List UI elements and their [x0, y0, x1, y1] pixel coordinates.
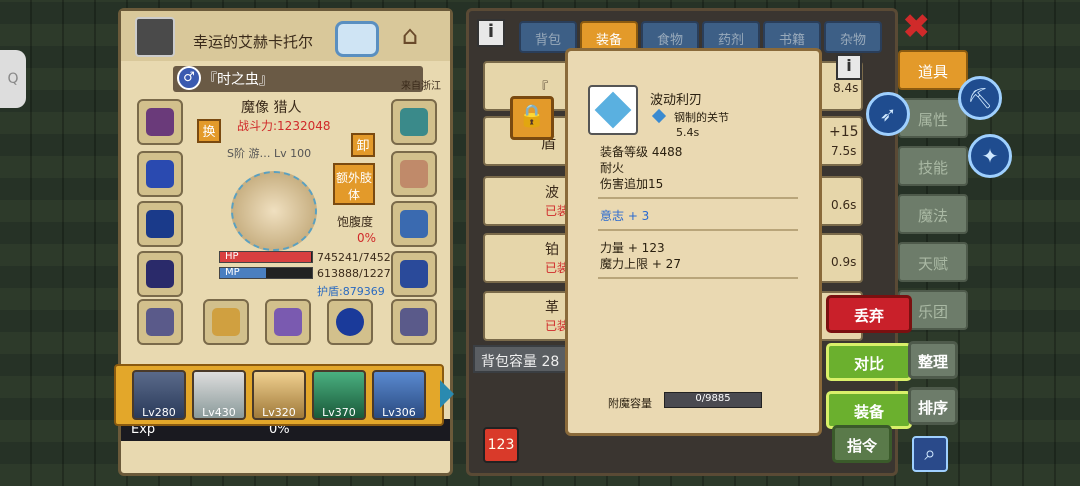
wardrobe-hanger-icon[interactable]: ⌂ [387, 21, 433, 57]
item-detail-popup: 波动利刃 钢制的关节 5.4s 装备等级 4488 耐火 伤害追加15 意志 +… [565, 48, 822, 436]
rocket-icon[interactable]: ➶ [866, 92, 910, 136]
tab-skills[interactable]: 技能 [898, 146, 968, 186]
equip-button[interactable]: 装备 [826, 391, 912, 429]
item-stat-will: 意志 + 3 [600, 209, 650, 223]
hp-value: 745241/7452 [317, 251, 391, 264]
orb-slot[interactable] [327, 299, 373, 345]
item-attr-fire: 耐火 [600, 161, 625, 175]
item-name: 波动利刃 [650, 93, 703, 108]
enchant-label: 附魔容量 [608, 397, 652, 410]
shield-value: 护盾:879369 [317, 285, 385, 298]
character-sprite [231, 171, 317, 251]
hp-label: HP [225, 251, 239, 262]
pickaxe-icon[interactable]: ⛏ [958, 76, 1002, 120]
compare-button[interactable]: 对比 [826, 343, 912, 381]
title-bar: 『时之虫』 [173, 66, 423, 92]
sort-button[interactable]: 排序 [908, 387, 958, 425]
belt-slot[interactable] [137, 299, 183, 345]
gender-male-icon: ♂ [177, 66, 201, 90]
tab-items[interactable]: 道具 [898, 50, 968, 90]
enchant-capacity: 0/9885 [664, 392, 762, 408]
character-class: 魔像 猎人 [241, 100, 302, 116]
item-blade-icon [588, 85, 638, 135]
gun-icon[interactable]: ✦ [968, 134, 1012, 178]
swap-button[interactable]: 换 [197, 119, 221, 143]
tab-talent[interactable]: 天赋 [898, 242, 968, 282]
gloves-slot[interactable] [391, 151, 437, 197]
item-material: 钢制的关节 [674, 111, 729, 124]
info-icon[interactable]: i [477, 19, 505, 47]
hero-card[interactable]: Lv370 [312, 370, 366, 420]
hero-card[interactable]: Lv430 [192, 370, 246, 420]
amulet-slot[interactable] [137, 151, 183, 197]
satiety-value: 0% [357, 231, 377, 245]
hero-card[interactable]: Lv320 [252, 370, 306, 420]
item-attr-damage: 伤害追加15 [600, 177, 664, 191]
staff-slot[interactable] [265, 299, 311, 345]
info-icon[interactable]: i [836, 54, 862, 80]
bag-capacity: 背包容量 28 [473, 345, 573, 373]
next-arrow-icon[interactable] [440, 380, 454, 408]
material-gem-icon [651, 108, 667, 124]
side-search-handle[interactable]: Q [0, 50, 26, 108]
discard-button[interactable]: 丢弃 [826, 295, 912, 333]
combat-power: 战斗力:1232048 [237, 119, 331, 133]
tab-magic[interactable]: 魔法 [898, 194, 968, 234]
item-level: 装备等级 4488 [600, 145, 683, 159]
head-slot[interactable] [137, 99, 183, 145]
item-stat-strength: 力量 + 123 [600, 241, 665, 255]
weapon-slot[interactable] [203, 299, 249, 345]
mp-label: MP [225, 267, 240, 278]
weapon-offhand-slot[interactable] [137, 201, 183, 247]
hero-card[interactable]: Lv306 [372, 370, 426, 420]
accessory-slot[interactable] [391, 299, 437, 345]
divider [598, 277, 798, 279]
extra-limb-button[interactable]: 额外肢体 [333, 163, 375, 205]
sort-number-icon[interactable]: 123 [483, 427, 519, 463]
arrange-button[interactable]: 整理 [908, 341, 958, 379]
lock-icon[interactable]: 🔒 [510, 96, 554, 140]
rank-text: S阶 游… Lv 100 [227, 147, 312, 160]
chest-slot[interactable] [137, 251, 183, 297]
satiety-label: 饱腹度 [337, 215, 374, 229]
item-speed: 5.4s [676, 126, 700, 139]
origin-label: 来自浙江 [401, 81, 441, 92]
shield-slot[interactable] [391, 99, 437, 145]
mp-value: 613888/1227 [317, 267, 391, 280]
divider [598, 197, 798, 199]
guild-emblem-icon [135, 17, 175, 57]
hero-card[interactable]: Lv280 [132, 370, 186, 420]
command-button[interactable]: 指令 [832, 425, 892, 463]
search-icon[interactable]: ⌕ [912, 436, 948, 472]
close-icon[interactable]: ✖ [902, 10, 934, 44]
boots-slot[interactable] [391, 251, 437, 297]
tab-misc[interactable]: 杂物 [824, 21, 882, 53]
divider [598, 229, 798, 231]
pet-bowl-icon[interactable] [335, 21, 379, 57]
item-stat-mana: 魔力上限 + 27 [600, 257, 681, 271]
ring-slot[interactable] [391, 201, 437, 247]
unequip-button[interactable]: 卸 [351, 133, 375, 157]
player-name: 幸运的艾赫卡托尔 [193, 33, 314, 51]
